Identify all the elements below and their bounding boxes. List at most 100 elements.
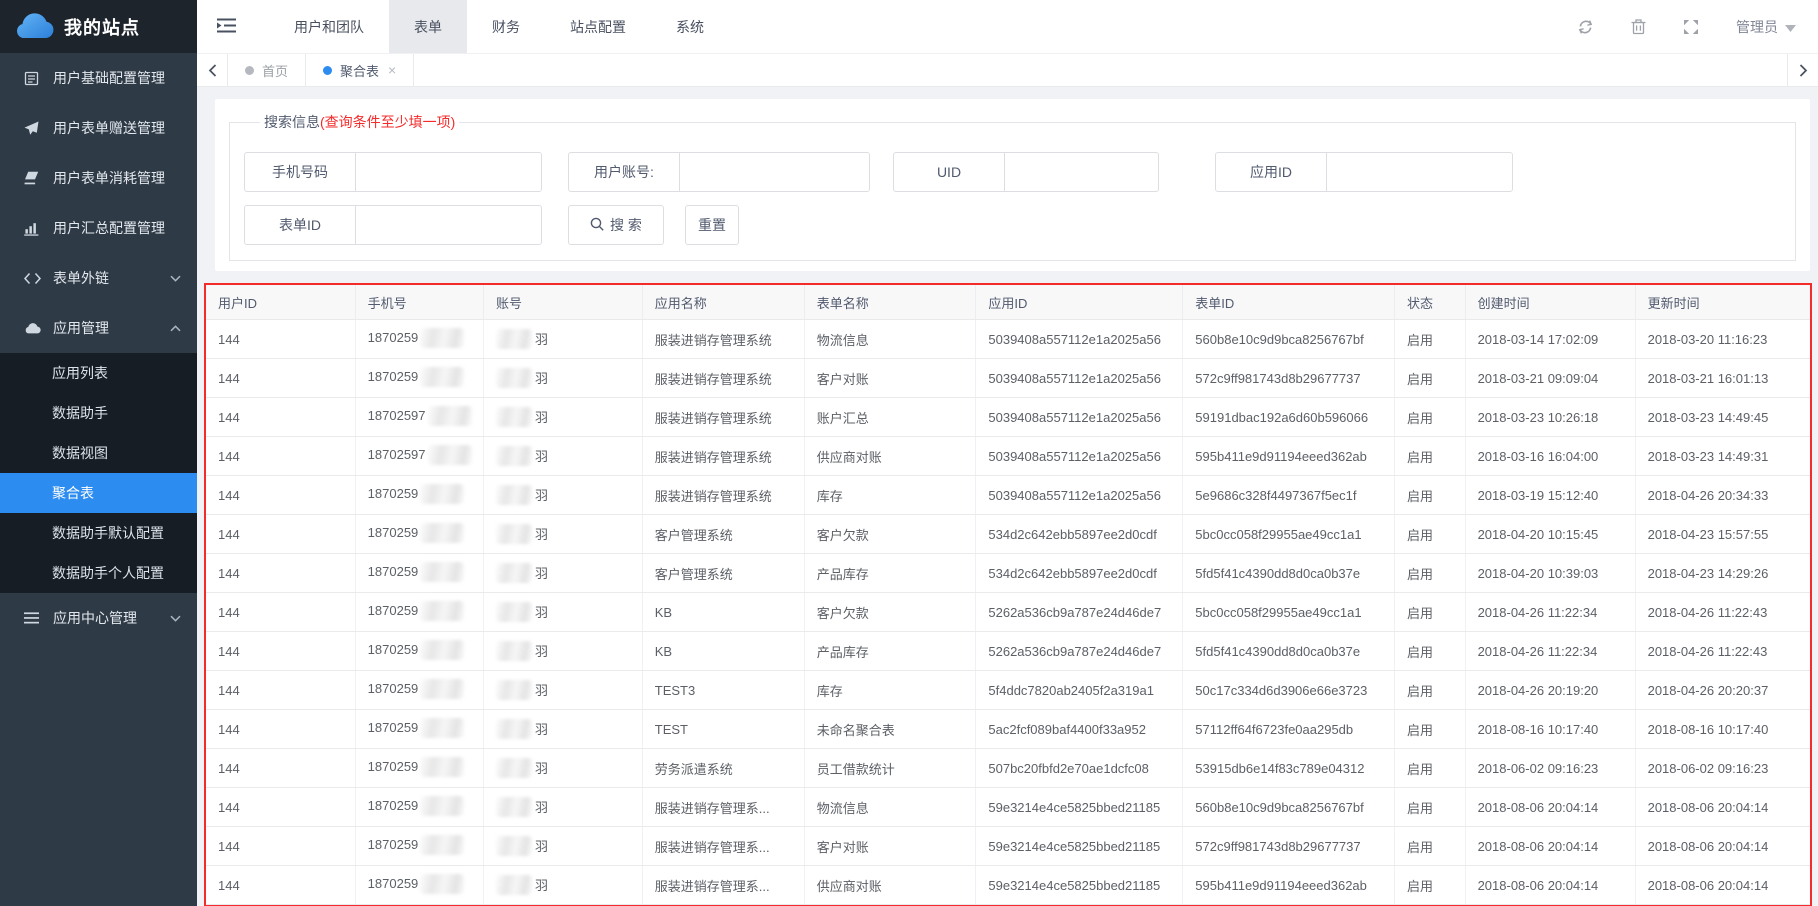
cell-text: 启用 — [1407, 450, 1433, 465]
cell-form-id: 560b8e10c9d9bca8256767bf — [1183, 788, 1395, 827]
tabs-scroll-right-button[interactable] — [1787, 54, 1818, 86]
cell-status: 启用 — [1395, 398, 1466, 437]
sidebar-item-user-form-gift[interactable]: 用户表单赠送管理 — [0, 103, 197, 153]
page-tab-home[interactable]: 首页 — [228, 54, 306, 86]
sidebar-subitem-aggregate-table[interactable]: 聚合表 — [0, 473, 197, 513]
cell-phone: 1870259 — [355, 671, 483, 710]
cell-form-id: 572c9ff981743d8b29677737 — [1183, 359, 1395, 398]
cell-text: 5262a536cb9a787e24d46de7 — [988, 644, 1161, 659]
cell-text: 客户对账 — [817, 372, 869, 387]
field-form-id-label: 表单ID — [245, 206, 356, 244]
search-icon — [590, 217, 604, 234]
sidebar-subitem-data-helper[interactable]: 数据助手 — [0, 393, 197, 433]
cell-text: 144 — [218, 566, 240, 581]
cell-account: 羽 — [483, 710, 642, 749]
cell-text: 库存 — [817, 684, 843, 699]
reset-button[interactable]: 重置 — [685, 205, 739, 245]
top-nav-tab-site-config[interactable]: 站点配置 — [545, 0, 651, 53]
cell-updated-at: 2018-08-06 20:04:14 — [1635, 866, 1810, 905]
cell-text: 启用 — [1407, 333, 1433, 348]
cell-app-name: KB — [642, 593, 804, 632]
sidebar-subitem-data-view[interactable]: 数据视图 — [0, 433, 197, 473]
cell-app-name: TEST3 — [642, 671, 804, 710]
cell-text: 羽 — [535, 488, 548, 503]
cell-created-at: 2018-03-14 17:02:09 — [1465, 320, 1635, 359]
cell-text: 2018-03-21 16:01:13 — [1648, 371, 1769, 386]
cell-text: 启用 — [1407, 801, 1433, 816]
menu-lines-icon — [24, 612, 42, 624]
sidebar-item-app-management[interactable]: 应用管理 — [0, 303, 197, 353]
cell-text: 服装进销存管理系统 — [655, 372, 772, 387]
cell-text: 5039408a557112e1a2025a56 — [988, 488, 1161, 503]
top-nav-tab-system[interactable]: 系统 — [651, 0, 729, 53]
cell-app-id: 507bc20fbfd2e70ae1dcfc08 — [976, 749, 1183, 788]
trash-icon[interactable] — [1631, 18, 1646, 35]
fullscreen-icon[interactable] — [1683, 19, 1699, 35]
cell-text: 羽 — [535, 410, 548, 425]
cell-text: 144 — [218, 410, 240, 425]
cell-text: 2018-03-20 11:16:23 — [1648, 332, 1768, 347]
cell-text: 2018-03-21 09:09:04 — [1478, 371, 1599, 386]
top-nav-tab-finance[interactable]: 财务 — [467, 0, 545, 53]
results-table: 用户ID手机号账号应用名称表单名称应用ID表单ID状态创建时间更新时间 1441… — [206, 285, 1810, 905]
cell-form-id: 50c17c334d6d3906e66e3723 — [1183, 671, 1395, 710]
column-header-phone: 手机号 — [355, 285, 483, 320]
app-id-input[interactable] — [1327, 153, 1512, 191]
cell-app-id: 5262a536cb9a787e24d46de7 — [976, 632, 1183, 671]
uid-input[interactable] — [1005, 153, 1158, 191]
phone-input[interactable] — [356, 153, 541, 191]
cell-text: 2018-03-19 15:12:40 — [1478, 488, 1599, 503]
top-nav-tab-forms[interactable]: 表单 — [389, 0, 467, 53]
cell-phone: 1870259 — [355, 554, 483, 593]
sidebar-item-app-center-management[interactable]: 应用中心管理 — [0, 593, 197, 643]
sidebar-subitem-app-list[interactable]: 应用列表 — [0, 353, 197, 393]
cell-text: 1870259 — [368, 369, 419, 384]
cell-user-id: 144 — [206, 437, 355, 476]
cell-status: 启用 — [1395, 554, 1466, 593]
page-tab-aggregate-table[interactable]: 聚合表 × — [306, 54, 414, 86]
field-phone-label: 手机号码 — [245, 153, 356, 191]
cell-app-name: 客户管理系统 — [642, 515, 804, 554]
cell-phone: 1870259 — [355, 476, 483, 515]
cell-account: 羽 — [483, 866, 642, 905]
account-input[interactable] — [680, 153, 869, 191]
search-button[interactable]: 搜 索 — [568, 205, 664, 245]
cell-user-id: 144 — [206, 866, 355, 905]
cell-app-id: 59e3214e4ce5825bbed21185 — [976, 788, 1183, 827]
cell-text: 5039408a557112e1a2025a56 — [988, 332, 1161, 347]
form-id-input[interactable] — [356, 206, 541, 244]
refresh-icon[interactable] — [1577, 19, 1594, 35]
redaction-blur — [420, 523, 464, 543]
cell-text: 5262a536cb9a787e24d46de7 — [988, 605, 1161, 620]
cell-account: 羽 — [483, 476, 642, 515]
tab-close-icon[interactable]: × — [388, 63, 396, 77]
cell-text: 2018-03-14 17:02:09 — [1478, 332, 1599, 347]
column-header-app-name: 应用名称 — [642, 285, 804, 320]
cell-status: 启用 — [1395, 437, 1466, 476]
sidebar-subitem-data-helper-default-config[interactable]: 数据助手默认配置 — [0, 513, 197, 553]
cell-text: 5f4ddc7820ab2405f2a319a1 — [988, 683, 1154, 698]
cell-text: 2018-04-26 20:34:33 — [1648, 488, 1769, 503]
cell-text: 2018-08-16 10:17:40 — [1648, 722, 1769, 737]
cell-text: 启用 — [1407, 684, 1433, 699]
cell-text: 羽 — [535, 605, 548, 620]
cell-text: 未命名聚合表 — [817, 723, 895, 738]
sidebar-collapse-button[interactable] — [197, 0, 255, 53]
sidebar-item-form-external-link[interactable]: 表单外链 — [0, 253, 197, 303]
top-nav-tab-users-teams[interactable]: 用户和团队 — [269, 0, 389, 53]
sidebar-item-user-summary-config[interactable]: 用户汇总配置管理 — [0, 203, 197, 253]
sidebar-subitem-data-helper-personal-config[interactable]: 数据助手个人配置 — [0, 553, 197, 593]
sidebar-item-user-form-consume[interactable]: 用户表单消耗管理 — [0, 153, 197, 203]
cell-text: 2018-08-06 20:04:14 — [1478, 878, 1599, 893]
cell-phone: 1870259 — [355, 866, 483, 905]
page-tab-label: 首页 — [262, 61, 288, 80]
cell-updated-at: 2018-08-16 10:17:40 — [1635, 710, 1810, 749]
tabs-scroll-left-button[interactable] — [197, 54, 228, 86]
sidebar-item-user-base-config[interactable]: 用户基础配置管理 — [0, 53, 197, 103]
cell-status: 启用 — [1395, 749, 1466, 788]
cell-text: 144 — [218, 683, 240, 698]
cell-form-name: 库存 — [804, 476, 976, 515]
user-menu[interactable]: 管理员 — [1736, 17, 1796, 37]
cell-form-name: 客户对账 — [804, 359, 976, 398]
cell-text: 2018-03-23 14:49:31 — [1648, 449, 1769, 464]
